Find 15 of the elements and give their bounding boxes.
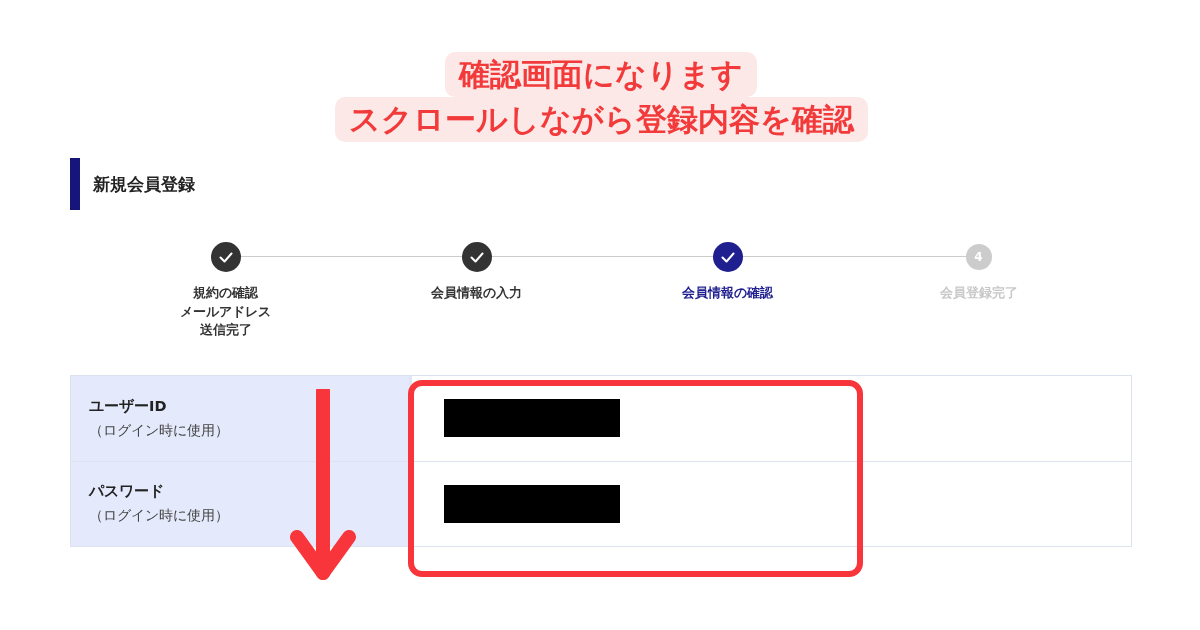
field-label: ユーザーID (89, 396, 168, 416)
field-note: （ログイン時に使用） (89, 420, 230, 440)
field-label: パスワード (89, 482, 165, 502)
callout-text: スクロールしながら登録内容を確認 (334, 97, 868, 143)
step-label: メールアドレス (180, 302, 271, 321)
step-label: 会員情報の入力 (431, 284, 522, 303)
step-label: 送信完了 (199, 320, 252, 339)
step-label: 会員情報の確認 (682, 284, 773, 303)
page-heading: 新規会員登録 (70, 158, 1132, 211)
step-check-icon (210, 242, 241, 273)
field-note: （ログイン時に使用） (89, 506, 230, 526)
step-label: 規約の確認 (193, 284, 258, 303)
step-check-icon (461, 242, 492, 273)
callout-text: 確認画面になります (445, 52, 757, 98)
step-check-icon (712, 242, 743, 273)
